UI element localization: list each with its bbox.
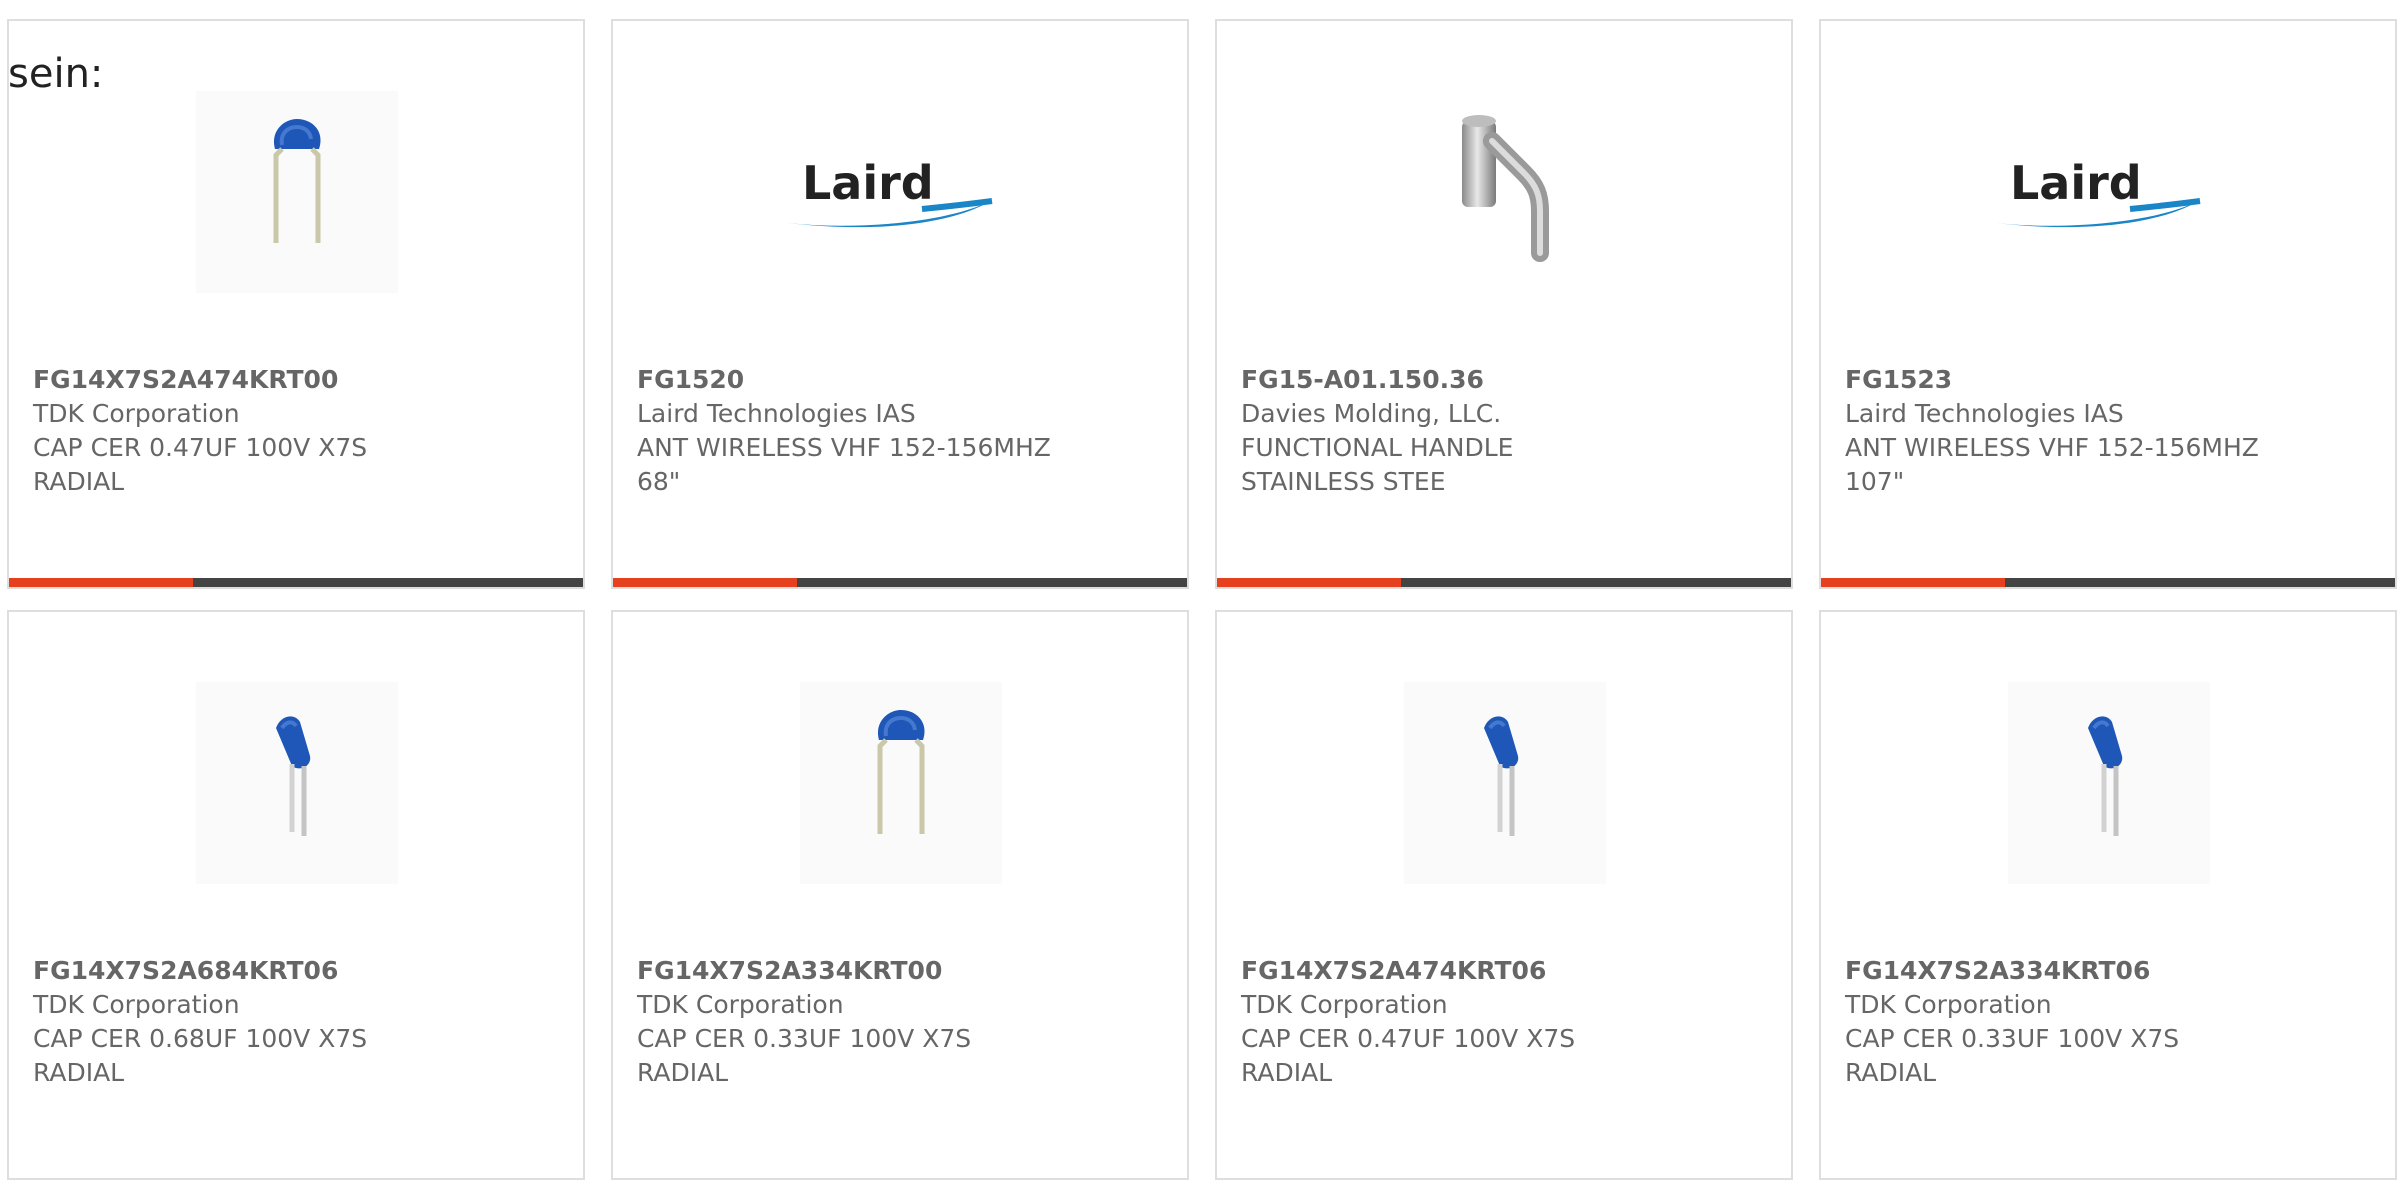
product-info: FG14X7S2A334KRT00 TDK Corporation CAP CE… — [637, 954, 1157, 1090]
laird-logo: Laird — [1996, 156, 2201, 228]
product-info: FG14X7S2A684KRT06 TDK Corporation CAP CE… — [33, 954, 553, 1090]
product-info: FG14X7S2A474KRT00 TDK Corporation CAP CE… — [33, 363, 553, 499]
description: ANT WIRELESS VHF 152-156MHZ 68" — [637, 433, 1051, 496]
progress-bar — [9, 578, 583, 587]
manufacturer: Laird Technologies IAS — [637, 399, 916, 428]
product-info: FG1520 Laird Technologies IAS ANT WIRELE… — [637, 363, 1157, 499]
capacitor-straight-leads-icon — [276, 716, 311, 836]
product-image: Laird — [1996, 91, 2210, 293]
part-number[interactable]: FG14X7S2A334KRT00 — [637, 954, 1157, 988]
progress-bar — [1821, 578, 2395, 587]
manufacturer: TDK Corporation — [33, 990, 240, 1019]
capacitor-straight-leads-icon — [1484, 716, 1519, 836]
product-card[interactable]: Laird FG1523 Laird Technologies IAS ANT … — [1819, 19, 2397, 589]
product-card[interactable]: Laird FG1520 Laird Technologies IAS ANT … — [611, 19, 1189, 589]
part-number[interactable]: FG14X7S2A474KRT00 — [33, 363, 553, 397]
progress-fill — [9, 578, 193, 587]
progress-bar — [613, 578, 1187, 587]
part-number[interactable]: FG1523 — [1845, 363, 2365, 397]
product-image — [800, 682, 1002, 884]
part-number[interactable]: FG14X7S2A684KRT06 — [33, 954, 553, 988]
product-grid-page: sein: FG14X7S2A474KRT00 TDK Corporation … — [0, 0, 2400, 1180]
description: CAP CER 0.47UF 100V X7S RADIAL — [1241, 1024, 1576, 1087]
product-image — [1404, 682, 1606, 884]
product-info: FG1523 Laird Technologies IAS ANT WIRELE… — [1845, 363, 2365, 499]
product-card[interactable]: FG14X7S2A684KRT06 TDK Corporation CAP CE… — [7, 610, 585, 1180]
progress-fill — [1821, 578, 2005, 587]
part-number[interactable]: FG1520 — [637, 363, 1157, 397]
product-card[interactable]: FG14X7S2A474KRT00 TDK Corporation CAP CE… — [7, 19, 585, 589]
product-image — [196, 682, 398, 884]
description: CAP CER 0.33UF 100V X7S RADIAL — [1845, 1024, 2180, 1087]
description: CAP CER 0.68UF 100V X7S RADIAL — [33, 1024, 368, 1087]
description: CAP CER 0.33UF 100V X7S RADIAL — [637, 1024, 972, 1087]
laird-logo-text: Laird — [802, 156, 934, 210]
product-info: FG14X7S2A334KRT06 TDK Corporation CAP CE… — [1845, 954, 2365, 1090]
part-number[interactable]: FG15-A01.150.36 — [1241, 363, 1761, 397]
manufacturer: Davies Molding, LLC. — [1241, 399, 1502, 428]
manufacturer: TDK Corporation — [637, 990, 844, 1019]
progress-bar — [1217, 578, 1791, 587]
laird-logo-text: Laird — [2010, 156, 2142, 210]
manufacturer: Laird Technologies IAS — [1845, 399, 2124, 428]
part-number[interactable]: FG14X7S2A474KRT06 — [1241, 954, 1761, 988]
capacitor-bent-leads-icon — [877, 710, 925, 834]
laird-logo: Laird — [788, 156, 993, 228]
description: ANT WIRELESS VHF 152-156MHZ 107" — [1845, 433, 2259, 496]
description: CAP CER 0.47UF 100V X7S RADIAL — [33, 433, 368, 496]
progress-fill — [613, 578, 797, 587]
manufacturer: TDK Corporation — [1241, 990, 1448, 1019]
manufacturer: TDK Corporation — [33, 399, 240, 428]
capacitor-straight-leads-icon — [2088, 716, 2123, 836]
product-card[interactable]: FG14X7S2A334KRT00 TDK Corporation CAP CE… — [611, 610, 1189, 1180]
product-card[interactable]: FG14X7S2A474KRT06 TDK Corporation CAP CE… — [1215, 610, 1793, 1180]
product-image — [2008, 682, 2210, 884]
description: FUNCTIONAL HANDLE STAINLESS STEE — [1241, 433, 1514, 496]
intro-text: sein: — [8, 51, 104, 97]
handle-icon — [1462, 115, 1549, 262]
product-info: FG15-A01.150.36 Davies Molding, LLC. FUN… — [1241, 363, 1761, 499]
product-image — [1404, 91, 1606, 293]
progress-fill — [1217, 578, 1401, 587]
manufacturer: TDK Corporation — [1845, 990, 2052, 1019]
product-image: Laird — [788, 91, 1002, 293]
product-image — [196, 91, 398, 293]
product-card[interactable]: FG15-A01.150.36 Davies Molding, LLC. FUN… — [1215, 19, 1793, 589]
product-info: FG14X7S2A474KRT06 TDK Corporation CAP CE… — [1241, 954, 1761, 1090]
capacitor-bent-leads-icon — [273, 119, 321, 243]
product-card[interactable]: FG14X7S2A334KRT06 TDK Corporation CAP CE… — [1819, 610, 2397, 1180]
part-number[interactable]: FG14X7S2A334KRT06 — [1845, 954, 2365, 988]
